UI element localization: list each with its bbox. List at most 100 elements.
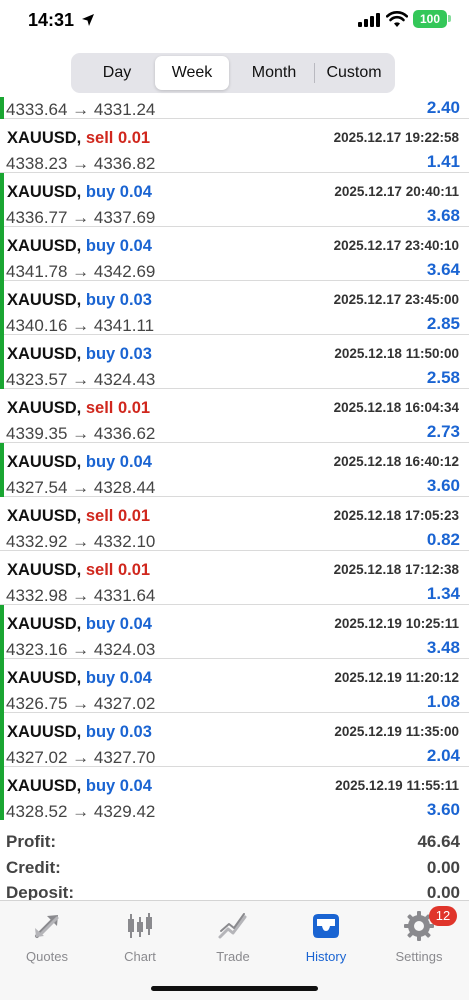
summary-panel: Profit: 46.64 Credit: 0.00 Deposit: 0.00	[0, 822, 469, 902]
wifi-icon	[386, 11, 408, 27]
tab-trade[interactable]: Trade	[186, 909, 280, 969]
settings-badge: 12	[429, 906, 457, 926]
buy-indicator-bar	[0, 281, 4, 335]
deal-symbol: XAUUSD, buy 0.04	[7, 453, 152, 472]
deal-prices: 4327.54 → 4328.44	[6, 478, 156, 497]
tab-label: Settings	[395, 949, 443, 964]
buy-indicator-bar	[0, 97, 4, 119]
tab-quotes[interactable]: Quotes	[0, 909, 94, 969]
status-time: 14:31	[28, 10, 75, 30]
deal-prices: 4332.92 → 4332.10	[6, 532, 156, 551]
summary-profit-row: Profit: 46.64	[0, 832, 469, 858]
symbol-name: XAUUSD,	[7, 777, 82, 795]
buy-indicator-bar	[0, 659, 4, 713]
deal-prices: 4323.16 → 4324.03	[6, 640, 156, 659]
deal-profit: 2.85	[426, 314, 460, 333]
deal-row-partial[interactable]: 4333.64 → 4331.24 2.40	[0, 97, 469, 119]
bottom-tab-bar: Quotes Chart Trade History Settings	[0, 900, 469, 1000]
battery-icon: 100	[413, 10, 447, 28]
deal-symbol: XAUUSD, sell 0.01	[7, 507, 150, 526]
deal-row[interactable]: XAUUSD, buy 0.04 4327.54 → 4328.44 2025.12…	[0, 443, 469, 497]
symbol-name: XAUUSD,	[7, 399, 82, 417]
location-arrow-icon	[82, 14, 94, 26]
symbol-name: XAUUSD,	[7, 129, 82, 147]
deal-symbol: XAUUSD, sell 0.01	[7, 399, 150, 418]
tab-custom[interactable]: Custom	[315, 56, 393, 90]
deal-time: 2025.12.17 19:22:58	[333, 130, 459, 145]
summary-value: 0.00	[426, 858, 460, 877]
symbol-name: XAUUSD,	[7, 453, 82, 471]
deal-profit: 2.58	[426, 368, 460, 387]
deal-prices: 4323.57 → 4324.43	[6, 370, 156, 389]
cellular-signal-icon	[358, 13, 380, 27]
battery-tip	[448, 15, 451, 22]
deal-profit: 3.64	[426, 260, 460, 279]
symbol-name: XAUUSD,	[7, 615, 82, 633]
deal-direction-volume: buy 0.04	[85, 615, 152, 633]
tab-day[interactable]: Day	[79, 56, 155, 90]
tab-chart[interactable]: Chart	[93, 909, 187, 969]
deal-profit: 1.08	[426, 692, 460, 711]
deal-symbol: XAUUSD, buy 0.04	[7, 669, 152, 688]
deal-direction-volume: buy 0.04	[85, 237, 152, 255]
summary-value: 46.64	[417, 832, 460, 851]
deal-row[interactable]: XAUUSD, buy 0.04 4341.78 → 4342.69 2025.12…	[0, 227, 469, 281]
deal-prices: 4328.52 → 4329.42	[6, 802, 156, 820]
deal-time: 2025.12.17 23:40:10	[333, 238, 459, 253]
deal-profit: 1.41	[426, 152, 460, 171]
deal-profit: 1.34	[426, 584, 460, 603]
deal-symbol: XAUUSD, buy 0.04	[7, 615, 152, 634]
deal-direction-volume: sell 0.01	[85, 399, 151, 417]
deal-symbol: XAUUSD, sell 0.01	[7, 129, 150, 148]
deal-prices: 4326.75 → 4327.02	[6, 694, 156, 713]
symbol-name: XAUUSD,	[7, 723, 82, 741]
deal-profit: 2.04	[426, 746, 460, 765]
deal-profit: 3.60	[426, 476, 460, 495]
deal-prices: 4333.64 → 4331.24	[6, 100, 156, 119]
deal-prices: 4332.98 → 4331.64	[6, 586, 156, 605]
deal-prices: 4336.77 → 4337.69	[6, 208, 156, 227]
deal-time: 2025.12.17 20:40:11	[334, 184, 459, 199]
deal-profit: 3.68	[426, 206, 460, 225]
deals-list[interactable]: 4333.64 → 4331.24 2.40 XAUUSD, sell 0.01…	[0, 97, 469, 820]
deal-row[interactable]: XAUUSD, buy 0.03 4323.57 → 4324.43 2025.12…	[0, 335, 469, 389]
deal-row[interactable]: XAUUSD, sell 0.01 4338.23 → 4336.82 2025.1…	[0, 119, 469, 173]
tab-label: History	[305, 949, 347, 964]
deal-profit: 3.48	[426, 638, 460, 657]
deal-prices: 4340.16 → 4341.11	[6, 316, 155, 335]
deal-profit: 2.73	[426, 422, 460, 441]
tab-history[interactable]: History	[279, 909, 373, 969]
deal-row[interactable]: XAUUSD, buy 0.04 4326.75 → 4327.02 2025.12…	[0, 659, 469, 713]
deal-row[interactable]: XAUUSD, sell 0.01 4332.92 → 4332.10 2025.1…	[0, 497, 469, 551]
symbol-name: XAUUSD,	[7, 507, 82, 525]
deal-row[interactable]: XAUUSD, sell 0.01 4332.98 → 4331.64 2025.1…	[0, 551, 469, 605]
tab-week[interactable]: Week	[155, 56, 229, 90]
deal-row[interactable]: XAUUSD, sell 0.01 4339.35 → 4336.62 2025.1…	[0, 389, 469, 443]
home-indicator	[151, 986, 318, 991]
deal-row[interactable]: XAUUSD, buy 0.04 4336.77 → 4337.69 2025.12…	[0, 173, 469, 227]
deal-direction-volume: buy 0.03	[85, 345, 152, 363]
sell-indicator-bar	[0, 551, 4, 605]
sell-indicator-bar	[0, 389, 4, 443]
deal-direction-volume: sell 0.01	[85, 561, 151, 579]
tab-month[interactable]: Month	[235, 56, 313, 90]
deal-profit: 3.60	[426, 800, 460, 819]
symbol-name: XAUUSD,	[7, 345, 82, 363]
deal-time: 2025.12.18 11:50:00	[334, 346, 459, 361]
deal-row[interactable]: XAUUSD, buy 0.03 4340.16 → 4341.11 2025.12…	[0, 281, 469, 335]
symbol-name: XAUUSD,	[7, 183, 82, 201]
tab-label: Trade	[216, 949, 250, 964]
deal-row[interactable]: XAUUSD, buy 0.04 4323.16 → 4324.03 2025.12…	[0, 605, 469, 659]
deal-direction-volume: buy 0.04	[85, 453, 152, 471]
deal-row[interactable]: XAUUSD, buy 0.04 4328.52 → 4329.42 2025.12…	[0, 767, 469, 820]
deal-row[interactable]: XAUUSD, buy 0.03 4327.02 → 4327.70 2025.12…	[0, 713, 469, 767]
buy-indicator-bar	[0, 335, 4, 389]
symbol-name: XAUUSD,	[7, 237, 82, 255]
deal-direction-volume: buy 0.04	[85, 669, 152, 687]
deal-prices: 4327.02 → 4327.70	[6, 748, 156, 767]
deal-time: 2025.12.19 11:20:12	[334, 670, 459, 685]
summary-label: Credit:	[6, 858, 61, 877]
deal-prices: 4341.78 → 4342.69	[6, 262, 156, 281]
buy-indicator-bar	[0, 767, 4, 820]
tab-label: Chart	[124, 949, 156, 964]
